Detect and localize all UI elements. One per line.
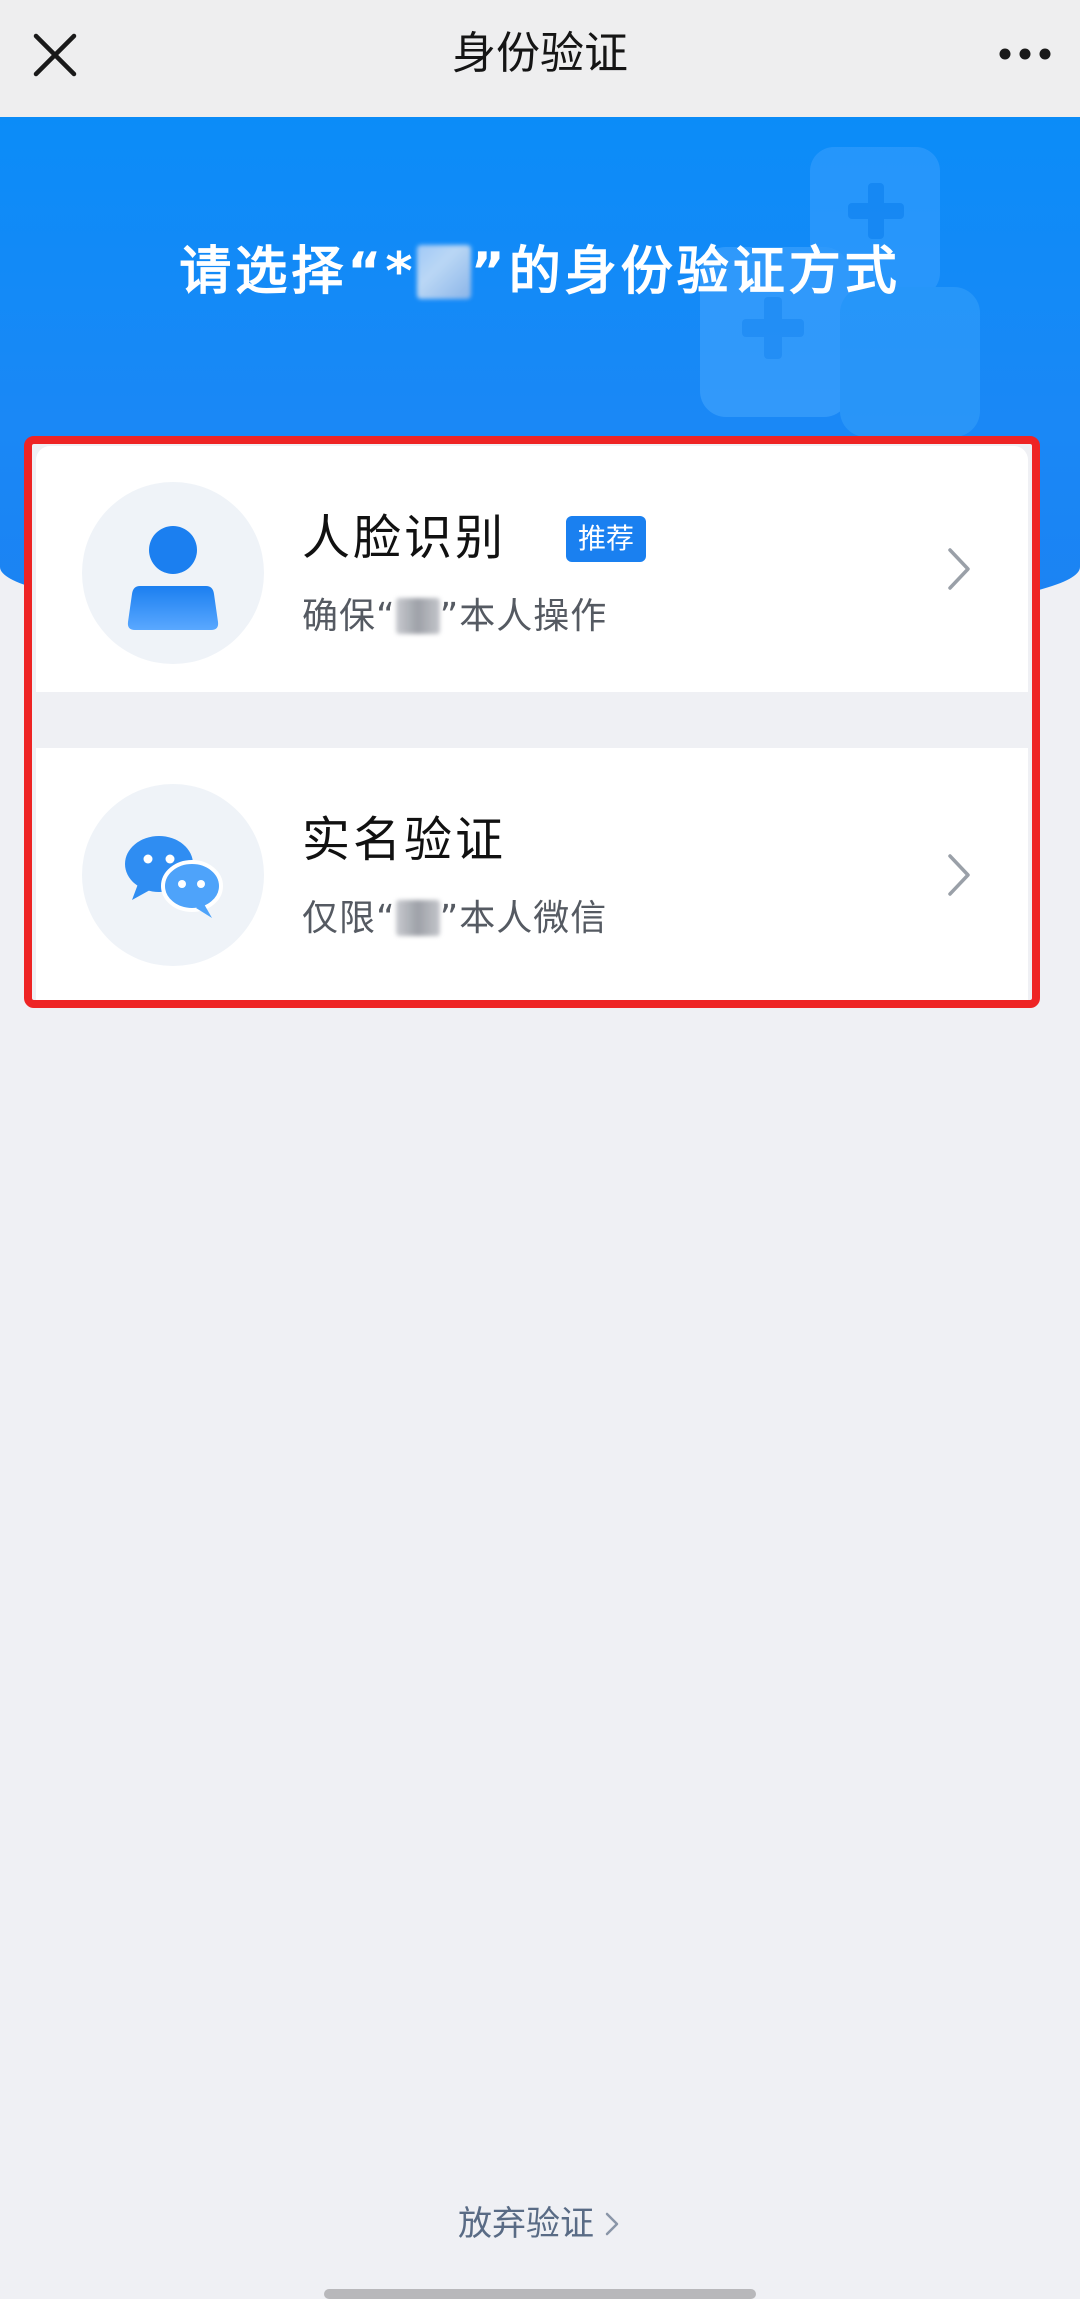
user-icon xyxy=(127,526,219,630)
page: 身份验证 请选择“* ”的身份验证方式 人脸识别 推荐 确保“ ”本人操作 实名… xyxy=(0,0,1080,2299)
option-icon-circle xyxy=(82,784,264,966)
option-face-recognition[interactable]: 人脸识别 推荐 确保“ ”本人操作 xyxy=(36,446,1028,692)
option-subtitle: 仅限“ ”本人微信 xyxy=(302,894,607,944)
give-up-verification-link[interactable]: 放弃验证 xyxy=(0,2200,1080,2248)
wechat-icon xyxy=(125,836,223,918)
redacted-name xyxy=(416,245,471,299)
redacted-name xyxy=(395,598,440,634)
hero-title-suffix: ”的身份验证方式 xyxy=(470,242,901,302)
give-up-label: 放弃验证 xyxy=(458,2204,594,2244)
option-subtitle-suffix: ”本人操作 xyxy=(439,596,608,637)
chevron-right-icon xyxy=(605,2212,619,2236)
option-subtitle-prefix: 确保“ xyxy=(302,596,396,637)
option-title: 人脸识别 xyxy=(302,510,507,566)
chevron-right-icon xyxy=(948,854,970,896)
nav-bar: 身份验证 xyxy=(0,0,1080,117)
hero-title-prefix: 请选择“* xyxy=(179,242,417,302)
option-subtitle-prefix: 仅限“ xyxy=(302,898,396,939)
home-indicator xyxy=(324,2289,756,2299)
option-subtitle: 确保“ ”本人操作 xyxy=(302,592,607,642)
chevron-right-icon xyxy=(948,548,970,590)
page-title: 身份验证 xyxy=(452,28,628,79)
option-real-name-verification[interactable]: 实名验证 仅限“ ”本人微信 xyxy=(36,748,1028,1000)
recommended-badge: 推荐 xyxy=(566,516,647,562)
option-title: 实名验证 xyxy=(302,812,507,868)
hero-title: 请选择“* ”的身份验证方式 xyxy=(0,237,1080,307)
more-icon[interactable] xyxy=(992,28,1058,80)
redacted-name xyxy=(395,900,440,936)
option-subtitle-suffix: ”本人微信 xyxy=(439,898,608,939)
option-icon-circle xyxy=(82,482,264,664)
